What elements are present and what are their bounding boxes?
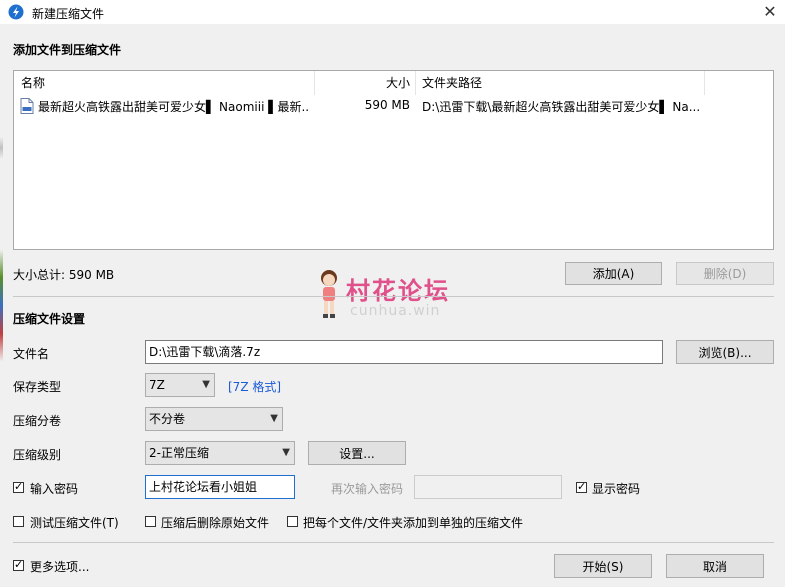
split-volume-select[interactable]: 不分卷 ▼ (145, 407, 283, 431)
save-type-value: 7Z (149, 378, 165, 392)
password-label[interactable]: 输入密码 (30, 480, 78, 497)
title-bar (0, 0, 785, 24)
separate-archives-checkbox[interactable] (287, 516, 298, 527)
password-checkbox[interactable] (13, 480, 24, 494)
test-archive-label[interactable]: 测试压缩文件(T) (30, 514, 119, 531)
chevron-down-icon: ▼ (202, 379, 210, 390)
total-size-label: 大小总计: 590 MB (13, 268, 115, 282)
repeat-password-label: 再次输入密码 (331, 482, 404, 496)
delete-after-checkbox[interactable] (145, 516, 156, 527)
close-icon[interactable]: ✕ (761, 3, 779, 21)
test-archive-checkbox[interactable] (13, 516, 24, 527)
save-type-select[interactable]: 7Z ▼ (145, 373, 215, 397)
repeat-password-input[interactable] (414, 475, 562, 499)
divider (13, 296, 774, 297)
chevron-down-icon: ▼ (282, 447, 290, 458)
chevron-down-icon: ▼ (270, 413, 278, 424)
save-type-label: 保存类型 (13, 380, 62, 394)
column-separator[interactable] (415, 71, 416, 95)
file-list-row[interactable]: 最新超火高铁露出甜美可爱少女▌ Naomiii ▌最新... 590 MB D:… (15, 96, 772, 116)
add-files-section-title: 添加文件到压缩文件 (13, 43, 122, 57)
show-password-checkbox[interactable] (576, 480, 587, 494)
password-input[interactable]: 上村花论坛看小姐姐 (145, 475, 295, 499)
cancel-button[interactable]: 取消 (666, 554, 764, 578)
delete-after-label[interactable]: 压缩后删除原始文件 (161, 514, 269, 531)
format-link[interactable]: [7Z 格式] (228, 378, 281, 395)
column-separator[interactable] (704, 71, 705, 95)
start-button[interactable]: 开始(S) (554, 554, 652, 578)
show-password-label[interactable]: 显示密码 (592, 480, 640, 497)
split-volume-value: 不分卷 (149, 412, 186, 426)
delete-button[interactable]: 删除(D) (676, 262, 774, 285)
watermark-title: 村花论坛 (346, 277, 450, 305)
filename-label: 文件名 (13, 347, 50, 361)
filename-input[interactable]: D:\迅雷下载\滴落.7z (145, 340, 663, 364)
divider (13, 542, 774, 543)
split-volume-label: 压缩分卷 (13, 414, 62, 428)
window-edge (0, 24, 3, 587)
column-header-name[interactable]: 名称 (21, 71, 45, 95)
more-options-label[interactable]: 更多选项... (30, 558, 89, 575)
column-header-path[interactable]: 文件夹路径 (422, 71, 482, 95)
window-title: 新建压缩文件 (32, 7, 105, 21)
archive-file-icon (20, 98, 34, 114)
mascot-illustration (321, 270, 337, 318)
add-button[interactable]: 添加(A) (565, 262, 662, 285)
file-path-cell: D:\迅雷下载\最新超火高铁露出甜美可爱少女▌ Na... (422, 100, 701, 114)
compression-level-select[interactable]: 2-正常压缩 ▼ (145, 441, 295, 465)
app-logo-icon (8, 4, 24, 20)
watermark-url: cunhua.win (350, 303, 441, 319)
separate-archives-label[interactable]: 把每个文件/文件夹添加到单独的压缩文件 (303, 514, 523, 531)
file-name-cell: 最新超火高铁露出甜美可爱少女▌ Naomiii ▌最新... (38, 100, 310, 114)
archive-settings-section-title: 压缩文件设置 (13, 312, 86, 326)
browse-button[interactable]: 浏览(B)... (676, 340, 774, 364)
compression-level-label: 压缩级别 (13, 448, 62, 462)
compression-level-value: 2-正常压缩 (149, 446, 209, 460)
column-header-size[interactable]: 大小 (314, 71, 410, 95)
settings-button[interactable]: 设置... (308, 441, 406, 465)
file-size-cell: 590 MB (364, 98, 410, 112)
more-options-checkbox[interactable] (13, 558, 24, 572)
file-list[interactable]: 名称 大小 文件夹路径 最新超火高铁露出甜美可爱少女▌ Naomiii ▌最新.… (13, 70, 774, 250)
